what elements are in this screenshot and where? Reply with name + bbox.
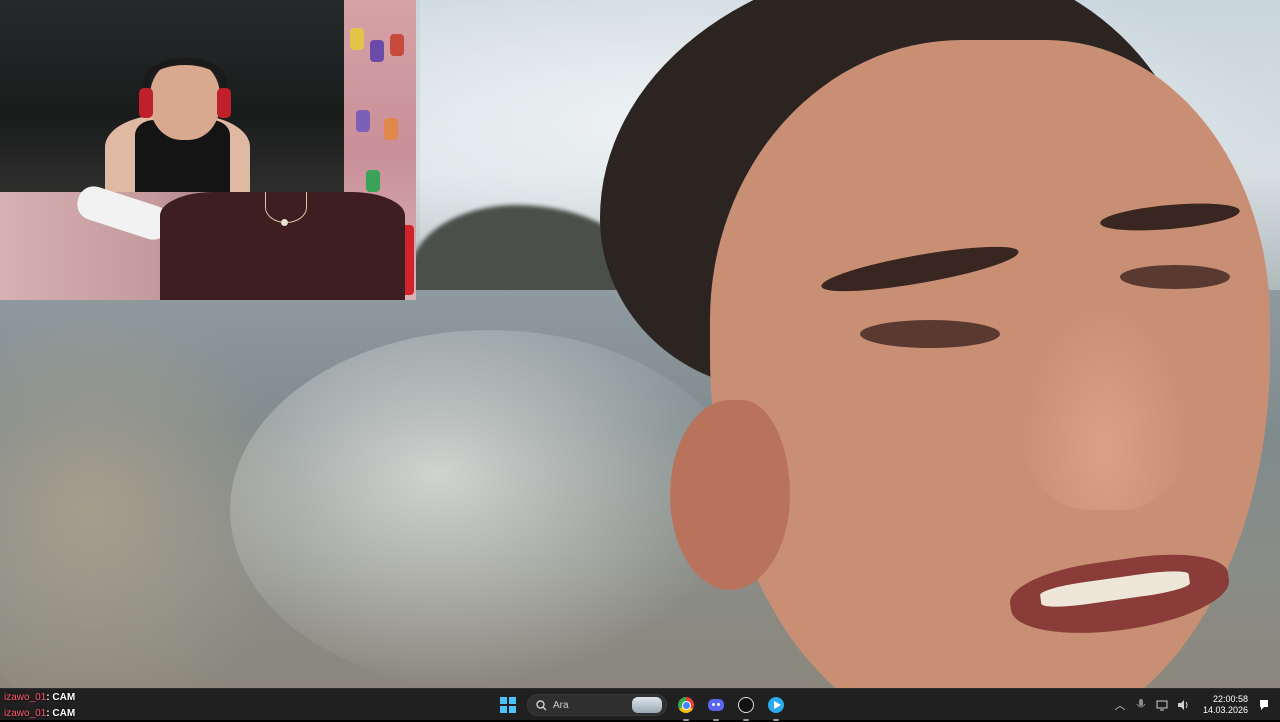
headphone-cup: [217, 88, 231, 118]
volume-icon[interactable]: [1174, 696, 1192, 714]
chat-username: izawo_01: [4, 692, 47, 703]
chevron-up-icon[interactable]: ︿: [1111, 696, 1129, 714]
person-closeup: [600, 0, 1280, 688]
toy-figure: [370, 40, 384, 62]
toy-figure: [366, 170, 380, 192]
eye-right: [1120, 265, 1230, 289]
taskbar: Ara ︿ 22:00:58 14.03.2026: [0, 688, 1280, 721]
headphones-icon: [143, 58, 227, 104]
search-placeholder: Ara: [553, 699, 569, 711]
ear: [670, 400, 790, 590]
chat-line: izawo_01: CAM: [4, 690, 75, 706]
windows-icon: [500, 697, 516, 713]
taskbar-apps: Ara: [497, 689, 787, 721]
pendant: [281, 219, 288, 226]
microphone-icon[interactable]: [1132, 696, 1150, 714]
chat-message: : CAM: [46, 708, 76, 719]
telegram-button[interactable]: [765, 694, 787, 721]
running-indicator: [743, 719, 749, 721]
obs-icon: [738, 697, 754, 713]
toy-figure: [390, 34, 404, 56]
toy-figure: [350, 28, 364, 50]
clock[interactable]: 22:00:58 14.03.2026: [1203, 694, 1248, 716]
chat-overlay: izawo_01: CAM izawo_01: CAM: [4, 690, 75, 722]
toy-figure: [356, 110, 370, 132]
obs-button[interactable]: [735, 694, 757, 721]
chrome-icon: [678, 697, 694, 713]
search-highlight-image: [632, 697, 662, 713]
nose: [1020, 300, 1190, 510]
network-icon[interactable]: [1153, 696, 1171, 714]
search-box[interactable]: Ara: [527, 694, 667, 716]
chrome-button[interactable]: [675, 694, 697, 721]
eye-left: [860, 320, 1000, 348]
notification-icon[interactable]: [1256, 697, 1272, 713]
search-icon: [536, 699, 547, 710]
discord-icon: [708, 699, 724, 711]
running-indicator: [773, 719, 779, 721]
streamer: [105, 58, 250, 195]
chat-message: : CAM: [46, 692, 76, 703]
chat-username: izawo_01: [4, 708, 47, 719]
telegram-icon: [768, 697, 784, 713]
running-indicator: [683, 719, 689, 721]
clock-time: 22:00:58: [1212, 694, 1248, 704]
running-indicator: [713, 719, 719, 721]
start-button[interactable]: [497, 694, 519, 716]
webcam-overlay: [0, 0, 416, 300]
toy-figure: [384, 118, 398, 140]
clock-date: 14.03.2026: [1202, 705, 1248, 715]
discord-button[interactable]: [705, 694, 727, 721]
headphone-cup: [139, 88, 153, 118]
system-tray: ︿ 22:00:58 14.03.2026: [1111, 689, 1280, 721]
